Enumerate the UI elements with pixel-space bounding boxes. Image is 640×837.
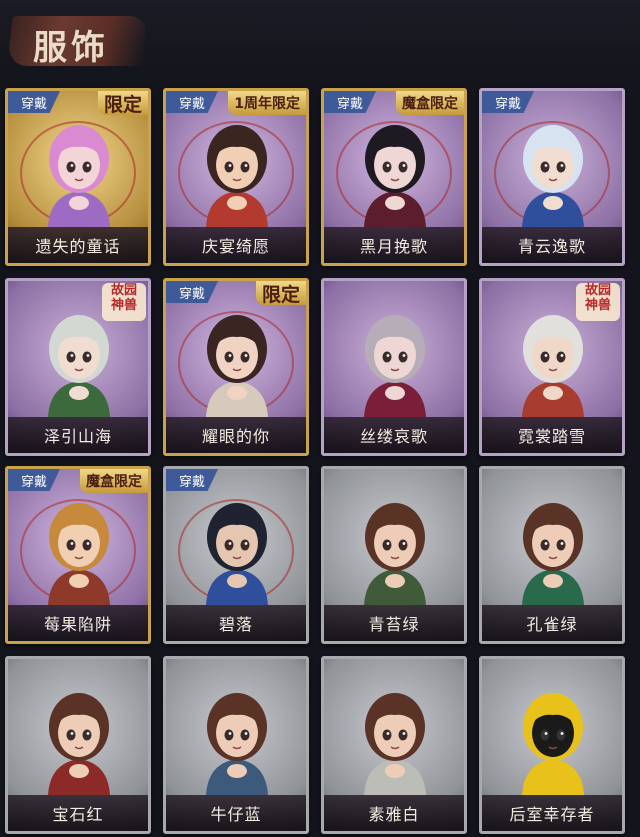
outfit-card[interactable]: 故园 神兽泽引山海	[5, 278, 151, 456]
outfit-name-bar: 庆宴绮愿	[166, 227, 306, 263]
outfit-name: 耀眼的你	[201, 427, 270, 446]
outfit-name: 素雅白	[368, 805, 420, 824]
outfit-card[interactable]: 穿戴 魔盒限定莓果陷阱	[5, 466, 151, 644]
outfit-name: 孔雀绿	[526, 615, 578, 634]
limited-badge: 魔盒限定	[396, 91, 464, 115]
outfit-card[interactable]: 素雅白	[321, 656, 467, 834]
series-stamp: 故园 神兽	[102, 283, 146, 321]
outfit-name: 青云逸歌	[517, 237, 586, 256]
wear-tag: 穿戴	[166, 91, 218, 113]
outfit-name-bar: 霓裳踏雪	[482, 417, 622, 453]
wear-tag: 穿戴	[8, 469, 60, 491]
outfit-name: 青苔绿	[368, 615, 420, 634]
character-portrait	[522, 315, 584, 417]
series-stamp: 故园 神兽	[576, 283, 620, 321]
character-portrait	[364, 315, 426, 417]
limited-badge: 限定	[255, 281, 306, 306]
character-portrait	[48, 503, 110, 605]
outfit-card[interactable]: 孔雀绿	[479, 466, 625, 644]
outfit-name-bar: 后室幸存者	[482, 795, 622, 831]
outfit-card[interactable]: 穿戴碧落	[163, 466, 309, 644]
outfit-name: 霓裳踏雪	[517, 427, 586, 446]
outfit-name-bar: 碧落	[166, 605, 306, 641]
outfit-name-bar: 丝缕哀歌	[324, 417, 464, 453]
outfit-card[interactable]: 故园 神兽霓裳踏雪	[479, 278, 625, 456]
limited-badge: 限定	[97, 91, 148, 116]
outfit-name: 黑月挽歌	[359, 237, 428, 256]
limited-badge: 1周年限定	[228, 91, 306, 115]
outfit-card[interactable]: 穿戴 限定耀眼的你	[163, 278, 309, 456]
header-bar: 服饰	[0, 0, 640, 80]
limited-badge: 魔盒限定	[80, 469, 148, 493]
outfit-name: 遗失的童话	[35, 237, 121, 256]
wear-tag: 穿戴	[324, 91, 376, 113]
outfit-name: 碧落	[218, 615, 253, 634]
character-portrait	[206, 125, 268, 227]
character-portrait	[48, 315, 110, 417]
wear-tag: 穿戴	[166, 281, 218, 303]
wear-tag: 穿戴	[482, 91, 534, 113]
outfit-name: 莓果陷阱	[43, 615, 112, 634]
outfit-card[interactable]: 宝石红	[5, 656, 151, 834]
outfit-name: 牛仔蓝	[210, 805, 262, 824]
character-portrait	[48, 125, 110, 227]
character-portrait	[522, 125, 584, 227]
wear-tag: 穿戴	[166, 469, 218, 491]
outfit-name-bar: 牛仔蓝	[166, 795, 306, 831]
character-portrait	[206, 315, 268, 417]
outfit-name: 庆宴绮愿	[201, 237, 270, 256]
outfit-name: 后室幸存者	[509, 805, 595, 824]
outfit-name-bar: 青苔绿	[324, 605, 464, 641]
outfit-grid: 穿戴 限定 遗失的童话 穿戴 1周年限定 庆宴绮愿 穿戴 魔盒限定 黑月挽歌 穿戴 青云逸歌 故园 神兽…	[5, 88, 635, 834]
outfit-name: 丝缕哀歌	[359, 427, 428, 446]
outfit-name-bar: 黑月挽歌	[324, 227, 464, 263]
outfit-name: 泽引山海	[43, 427, 112, 446]
outfit-name-bar: 遗失的童话	[8, 227, 148, 263]
outfit-card[interactable]: 青苔绿	[321, 466, 467, 644]
character-portrait	[206, 503, 268, 605]
outfit-name: 宝石红	[52, 805, 104, 824]
character-portrait	[206, 693, 268, 795]
outfit-card[interactable]: 穿戴 1周年限定庆宴绮愿	[163, 88, 309, 266]
outfit-name-bar: 耀眼的你	[166, 417, 306, 453]
character-portrait	[48, 693, 110, 795]
outfit-name-bar: 孔雀绿	[482, 605, 622, 641]
character-portrait	[364, 125, 426, 227]
outfit-name-bar: 素雅白	[324, 795, 464, 831]
wear-tag: 穿戴	[8, 91, 60, 113]
outfit-name-bar: 宝石红	[8, 795, 148, 831]
outfit-card[interactable]: 丝缕哀歌	[321, 278, 467, 456]
outfit-name-bar: 莓果陷阱	[8, 605, 148, 641]
outfit-card[interactable]: 穿戴 魔盒限定黑月挽歌	[321, 88, 467, 266]
character-portrait	[364, 693, 426, 795]
character-portrait	[522, 693, 584, 795]
character-portrait	[364, 503, 426, 605]
outfit-card[interactable]: 穿戴青云逸歌	[479, 88, 625, 266]
page-title: 服饰	[33, 28, 109, 68]
outfit-name-bar: 泽引山海	[8, 417, 148, 453]
character-portrait	[522, 503, 584, 605]
outfit-card[interactable]: 穿戴 限定遗失的童话	[5, 88, 151, 266]
outfit-name-bar: 青云逸歌	[482, 227, 622, 263]
outfit-card[interactable]: 后室幸存者	[479, 656, 625, 834]
outfit-card[interactable]: 牛仔蓝	[163, 656, 309, 834]
